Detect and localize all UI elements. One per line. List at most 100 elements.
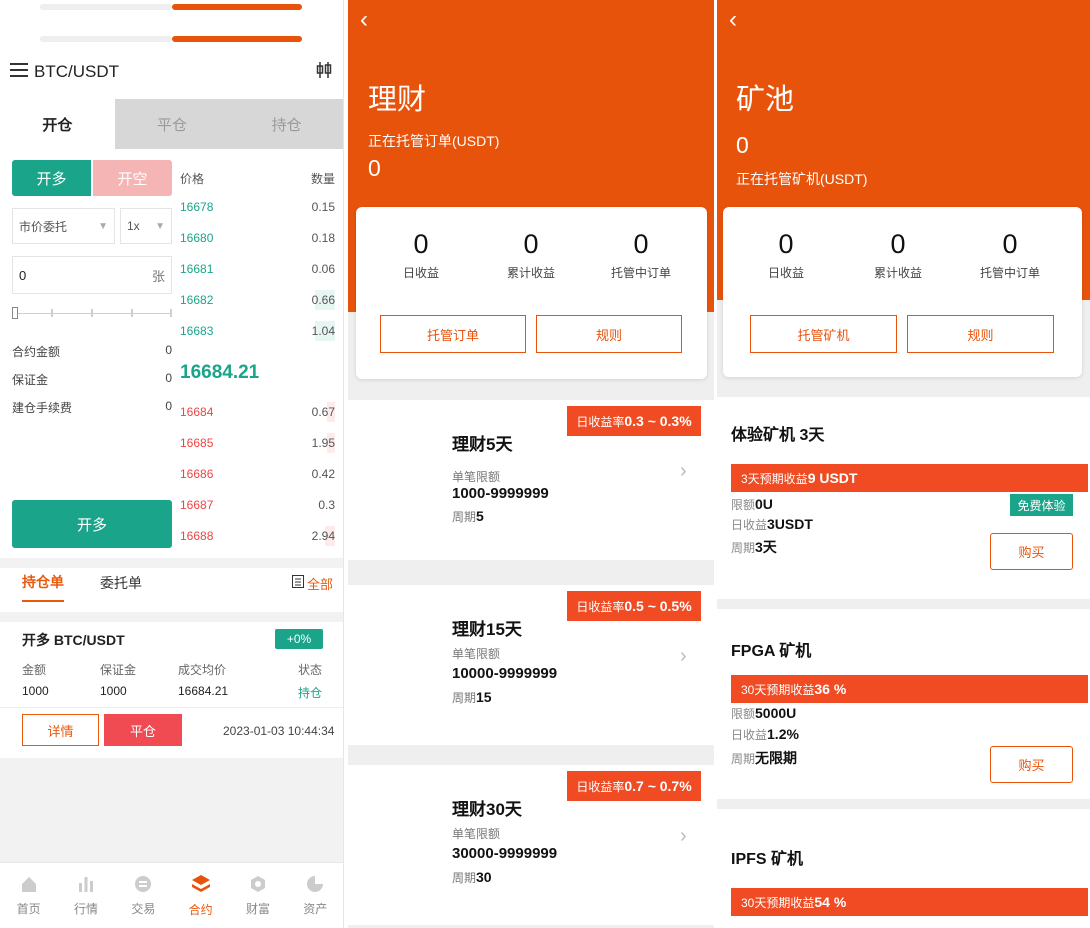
- rules-button[interactable]: 规则: [907, 315, 1054, 353]
- pair-title[interactable]: BTC/USDT: [34, 62, 119, 82]
- margin-row: 保证金 0: [12, 371, 172, 388]
- open-long-button[interactable]: 开多: [12, 500, 172, 548]
- custody-orders-button[interactable]: 托管订单: [380, 315, 526, 353]
- mining-sub: 正在托管矿机(USDT): [736, 171, 868, 187]
- qty-header: 数量: [310, 172, 335, 186]
- limit-label: 限额: [731, 707, 756, 721]
- miner-card[interactable]: 体验矿机 3天 3天预期收益 9 USDT 免费体验 限额0U 日收益3USDT …: [717, 397, 1090, 599]
- trade-header: BTC/USDT: [10, 56, 333, 88]
- expected-yield-bar: 30天预期收益 54 %: [731, 888, 1088, 916]
- tab-orders[interactable]: 委托单: [100, 573, 142, 601]
- rate-value: 0.3 ~ 0.3%: [624, 413, 692, 429]
- nav-assets[interactable]: 资产: [287, 863, 343, 928]
- limit-label: 限额: [731, 498, 756, 512]
- stat-daily-label: 日收益: [402, 266, 439, 280]
- wealth-panel: ‹ 理财 正在托管订单(USDT) 0 0 日收益 0 累计收益 0 托管中订单…: [348, 0, 714, 928]
- rate-badge: 日收益率 0.5 ~ 0.5%: [567, 591, 701, 621]
- miner-name: FPGA 矿机: [731, 643, 812, 660]
- ask-price: 16686: [180, 467, 214, 481]
- hamburger-icon[interactable]: [10, 62, 28, 82]
- wealth-plan-card[interactable]: 日收益率 0.3 ~ 0.3% 理财5天 单笔限额 1000-9999999 周期…: [348, 400, 714, 560]
- nav-wealth-label: 财富: [245, 901, 270, 916]
- miner-card[interactable]: FPGA 矿机 30天预期收益 36 % 限额5000U 日收益1.2% 周期无限…: [717, 609, 1090, 799]
- limit-value: 30000-9999999: [452, 845, 558, 862]
- amount-slider[interactable]: [12, 307, 172, 319]
- stat-daily-label: 日收益: [767, 266, 804, 280]
- orderbook-bid-row[interactable]: 16678 0.15: [180, 197, 335, 217]
- wealth-plan-card[interactable]: 日收益率 0.7 ~ 0.7% 理财30天 单笔限额 30000-9999999 …: [348, 765, 714, 925]
- daily-label: 日收益: [731, 728, 768, 742]
- slider-handle[interactable]: [12, 307, 18, 319]
- orderbook-ask-row[interactable]: 16688 2.94: [180, 526, 335, 546]
- period-line: 周期无限期: [731, 748, 797, 768]
- all-orders-link[interactable]: 全部: [291, 574, 333, 601]
- orderbook-bid-row[interactable]: 16682 0.66: [180, 290, 335, 310]
- miner-card[interactable]: IPFS 矿机 30天预期收益 54 %: [717, 809, 1090, 928]
- mining-stats-card: 0 日收益 0 累计收益 0 托管中订单 托管矿机 规则: [723, 207, 1082, 377]
- nav-home[interactable]: 首页: [0, 863, 57, 928]
- chevron-right-icon: ›: [680, 460, 687, 482]
- custody-machines-button[interactable]: 托管矿机: [750, 315, 897, 353]
- tab-positions[interactable]: 持仓单: [22, 572, 64, 602]
- section-divider: [0, 612, 343, 622]
- amount-input[interactable]: 0 张: [12, 256, 172, 294]
- nav-assets-label: 资产: [303, 901, 328, 916]
- mining-title: 矿池: [736, 84, 795, 116]
- back-icon[interactable]: ‹: [360, 6, 368, 34]
- orderbook-ask-row[interactable]: 16687 0.3: [180, 495, 335, 515]
- miner-name: IPFS 矿机: [731, 851, 804, 868]
- free-trial-badge[interactable]: 免费体验: [1010, 494, 1073, 516]
- period-value: 30: [476, 869, 492, 885]
- buy-button[interactable]: 购买: [990, 533, 1073, 570]
- short-toggle-button[interactable]: 开空: [93, 160, 172, 196]
- bid-qty: 0.06: [311, 262, 335, 276]
- orderbook-bid-row[interactable]: 16683 1.04: [180, 321, 335, 341]
- yield-prefix: 3天预期收益: [741, 471, 808, 486]
- pos-header-avg: 成交均价: [178, 663, 227, 677]
- tab-close[interactable]: 平仓: [114, 99, 230, 149]
- back-icon[interactable]: ‹: [729, 6, 737, 34]
- orderbook-bid-row[interactable]: 16681 0.06: [180, 259, 335, 279]
- buy-button[interactable]: 购买: [990, 746, 1073, 783]
- orderbook-ask-row[interactable]: 16686 0.42: [180, 464, 335, 484]
- last-price: 16684.21: [180, 362, 260, 383]
- stat-daily: 0 日收益: [731, 229, 841, 281]
- orderbook-ask-row[interactable]: 16684 0.67: [180, 402, 335, 422]
- position-title-text: 开多 BTC/USDT: [22, 632, 125, 648]
- tab-open[interactable]: 开仓: [0, 99, 115, 149]
- expected-yield-bar: 3天预期收益 9 USDT: [731, 464, 1088, 492]
- stat-active-label: 托管中订单: [610, 266, 671, 280]
- wealth-title: 理财: [368, 84, 427, 116]
- chevron-right-icon: ›: [680, 645, 687, 667]
- orderbook-bid-row[interactable]: 16680 0.18: [180, 228, 335, 248]
- period-value: 3天: [755, 539, 777, 555]
- bid-qty: 0.18: [311, 231, 335, 245]
- pos-header-status: 状态: [297, 663, 322, 677]
- rules-button[interactable]: 规则: [536, 315, 682, 353]
- close-position-button[interactable]: 平仓: [104, 714, 182, 746]
- fee-row: 建仓手续费 0: [12, 399, 172, 416]
- detail-button[interactable]: 详情: [22, 714, 99, 746]
- nav-contract[interactable]: 合约: [172, 863, 229, 928]
- limit-label: 单笔限额: [452, 827, 501, 841]
- bid-qty: 0.66: [311, 293, 335, 307]
- contract-amount-label: 合约金额: [12, 345, 61, 359]
- candlestick-icon[interactable]: [315, 61, 333, 84]
- wealth-plan-card[interactable]: 日收益率 0.5 ~ 0.5% 理财15天 单笔限额 10000-9999999 …: [348, 585, 714, 745]
- leverage-value: 1x: [127, 219, 140, 233]
- order-type-select[interactable]: 市价委托 ▼: [12, 208, 115, 244]
- pos-header-amount: 金额: [22, 663, 47, 677]
- nav-trade[interactable]: 交易: [115, 863, 172, 928]
- period-line: 周期30: [452, 869, 492, 886]
- orderbook-ask-row[interactable]: 16685 1.95: [180, 433, 335, 453]
- tab-holdings[interactable]: 持仓: [229, 99, 343, 149]
- market-icon: [77, 875, 95, 896]
- nav-market[interactable]: 行情: [57, 863, 114, 928]
- yield-prefix: 30天预期收益: [741, 895, 815, 910]
- pos-status: 持仓: [297, 686, 322, 700]
- leverage-select[interactable]: 1x ▼: [120, 208, 172, 244]
- nav-home-label: 首页: [16, 901, 41, 916]
- pos-header-margin: 保证金: [100, 663, 137, 677]
- nav-wealth[interactable]: 财富: [229, 863, 286, 928]
- long-toggle-button[interactable]: 开多: [12, 160, 91, 196]
